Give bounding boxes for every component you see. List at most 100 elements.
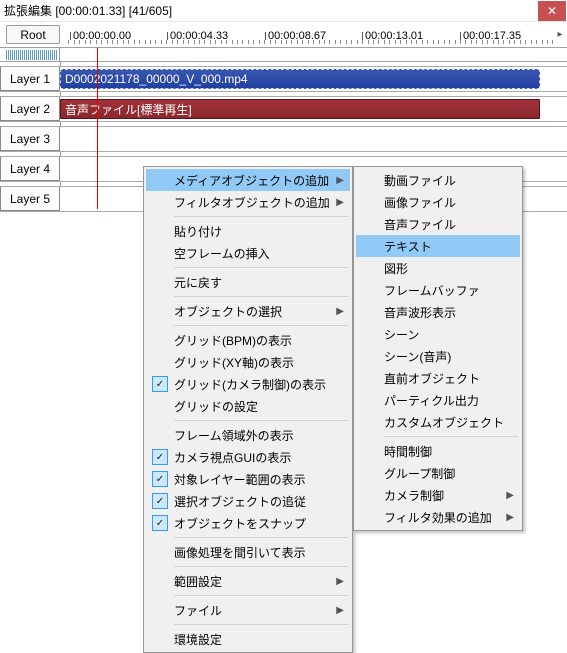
menu-item[interactable]: メディアオブジェクトの追加▶ — [146, 169, 350, 191]
scroll-right-icon[interactable]: ▸ — [553, 22, 567, 47]
menu-item-label: 画像ファイル — [384, 194, 456, 211]
menu-item-label: カスタムオブジェクト — [384, 414, 504, 431]
menu-item[interactable]: 画像ファイル — [356, 191, 520, 213]
menu-item-label: 空フレームの挿入 — [174, 245, 270, 262]
track-lane[interactable] — [60, 127, 567, 151]
track-row: Layer 3 — [0, 127, 567, 152]
menu-item-label: パーティクル出力 — [384, 392, 479, 409]
menu-item-label: グループ制御 — [384, 465, 455, 482]
context-menu: メディアオブジェクトの追加▶フィルタオブジェクトの追加▶貼り付け空フレームの挿入… — [143, 166, 353, 653]
track-row: Layer 1D0002021178_00000_V_000.mp4 — [0, 67, 567, 92]
menu-item-label: 時間制御 — [384, 443, 432, 460]
menu-item[interactable]: 範囲設定▶ — [146, 570, 350, 592]
menu-item-label: フィルタ効果の追加 — [384, 509, 492, 526]
menu-item[interactable]: フレームバッファ — [356, 279, 520, 301]
menu-item-label: 音声ファイル — [384, 216, 456, 233]
layer-label[interactable]: Layer 1 — [0, 67, 60, 91]
menu-item[interactable]: テキスト — [356, 235, 520, 257]
menu-separator — [174, 296, 348, 297]
window-title: 拡張編集 [00:00:01.33] [41/605] — [4, 2, 538, 19]
submenu-arrow-icon: ▶ — [336, 306, 344, 317]
menu-item-label: ファイル — [174, 602, 222, 619]
menu-item[interactable]: カメラ制御 ▶ — [356, 484, 520, 506]
menu-item[interactable]: カスタムオブジェクト — [356, 411, 520, 433]
menu-item[interactable]: パーティクル出力 — [356, 389, 520, 411]
menu-item[interactable]: カメラ視点GUIの表示 ✓ — [146, 446, 350, 468]
submenu-arrow-icon: ▶ — [506, 512, 514, 523]
check-icon: ✓ — [152, 449, 168, 465]
menu-item[interactable]: グリッドの設定 — [146, 395, 350, 417]
menu-item-label: カメラ制御 — [384, 487, 444, 504]
menu-item[interactable]: 音声波形表示 — [356, 301, 520, 323]
close-button[interactable]: ✕ — [538, 1, 566, 21]
menu-separator — [174, 624, 348, 625]
menu-item-label: シーン — [384, 326, 419, 343]
titlebar: 拡張編集 [00:00:01.33] [41/605] ✕ — [0, 0, 567, 22]
menu-item[interactable]: グループ制御 — [356, 462, 520, 484]
menu-item[interactable]: フレーム領域外の表示 — [146, 424, 350, 446]
ruler-label: 00:00:00.00 — [70, 32, 131, 40]
ruler-label: 00:00:17.35 — [460, 32, 521, 40]
menu-item[interactable]: フィルタオブジェクトの追加▶ — [146, 191, 350, 213]
menu-separator — [174, 325, 348, 326]
menu-separator — [174, 267, 348, 268]
menu-item-label: オブジェクトをスナップ — [174, 515, 306, 532]
menu-item-label: 対象レイヤー範囲の表示 — [174, 471, 306, 488]
menu-item[interactable]: グリッド(BPM)の表示 — [146, 329, 350, 351]
menu-separator — [174, 216, 348, 217]
menu-item[interactable]: 環境設定 — [146, 628, 350, 650]
menu-item-label: 音声波形表示 — [384, 304, 456, 321]
menu-item-label: オブジェクトの選択 — [174, 303, 282, 320]
menu-item-label: 動画ファイル — [384, 172, 456, 189]
menu-item[interactable]: 画像処理を間引いて表示 — [146, 541, 350, 563]
menu-item[interactable]: シーン(音声) — [356, 345, 520, 367]
menu-item[interactable]: 音声ファイル — [356, 213, 520, 235]
ruler-label: 00:00:04.33 — [167, 32, 228, 40]
playhead[interactable] — [97, 48, 98, 209]
menu-item[interactable]: オブジェクトをスナップ ✓ — [146, 512, 350, 534]
menu-item: オブジェクトの選択 ▶ — [146, 300, 350, 322]
menu-item[interactable]: 時間制御 — [356, 440, 520, 462]
layer-label[interactable]: Layer 2 — [0, 97, 60, 121]
menu-item-label: グリッド(BPM)の表示 — [174, 332, 292, 349]
menu-item[interactable]: シーン — [356, 323, 520, 345]
menu-item[interactable]: 空フレームの挿入 — [146, 242, 350, 264]
timeline-ruler[interactable]: 00:00:00.0000:00:04.3300:00:08.6700:00:1… — [64, 22, 553, 47]
menu-item-label: カメラ視点GUIの表示 — [174, 449, 291, 466]
menu-item[interactable]: 図形 — [356, 257, 520, 279]
track-row: Layer 2音声ファイル[標準再生] — [0, 97, 567, 122]
submenu-arrow-icon: ▶ — [336, 605, 344, 616]
root-button[interactable]: Root — [6, 25, 60, 44]
submenu-arrow-icon: ▶ — [506, 490, 514, 501]
layer-label[interactable]: Layer 3 — [0, 127, 60, 151]
menu-item[interactable]: グリッド(XY軸)の表示 — [146, 351, 350, 373]
menu-item[interactable]: 対象レイヤー範囲の表示✓ — [146, 468, 350, 490]
layer-label[interactable]: Layer 5 — [0, 187, 60, 211]
video-clip[interactable]: D0002021178_00000_V_000.mp4 — [60, 69, 540, 89]
menu-item[interactable]: グリッド(カメラ制御)の表示✓ — [146, 373, 350, 395]
track-lane[interactable]: 音声ファイル[標準再生] — [60, 97, 567, 121]
audio-clip[interactable]: 音声ファイル[標準再生] — [60, 99, 540, 119]
menu-item[interactable]: 直前オブジェクト — [356, 367, 520, 389]
ruler-label: 00:00:13.01 — [362, 32, 423, 40]
menu-separator — [174, 595, 348, 596]
layer-label[interactable]: Layer 4 — [0, 157, 60, 181]
menu-item-label: 環境設定 — [174, 631, 222, 648]
menu-item-label: グリッド(XY軸)の表示 — [174, 354, 294, 371]
menu-item[interactable]: 元に戻す — [146, 271, 350, 293]
menu-item[interactable]: 貼り付け — [146, 220, 350, 242]
menu-item[interactable]: フィルタ効果の追加 ▶ — [356, 506, 520, 528]
menu-item-label: グリッドの設定 — [174, 398, 258, 415]
track-lane[interactable]: D0002021178_00000_V_000.mp4 — [60, 67, 567, 91]
menu-item-label: メディアオブジェクトの追加 — [174, 172, 329, 189]
scale-indicator[interactable] — [0, 48, 60, 61]
menu-item[interactable]: 選択オブジェクトの追従✓ — [146, 490, 350, 512]
menu-item-label: 範囲設定 — [174, 573, 222, 590]
submenu-arrow-icon: ▶ — [336, 197, 344, 208]
menu-item-label: シーン(音声) — [384, 348, 451, 365]
menu-item[interactable]: 動画ファイル — [356, 169, 520, 191]
toolbar: Root 00:00:00.0000:00:04.3300:00:08.6700… — [0, 22, 567, 48]
check-icon: ✓ — [152, 515, 168, 531]
menu-separator — [384, 436, 518, 437]
menu-item[interactable]: ファイル ▶ — [146, 599, 350, 621]
